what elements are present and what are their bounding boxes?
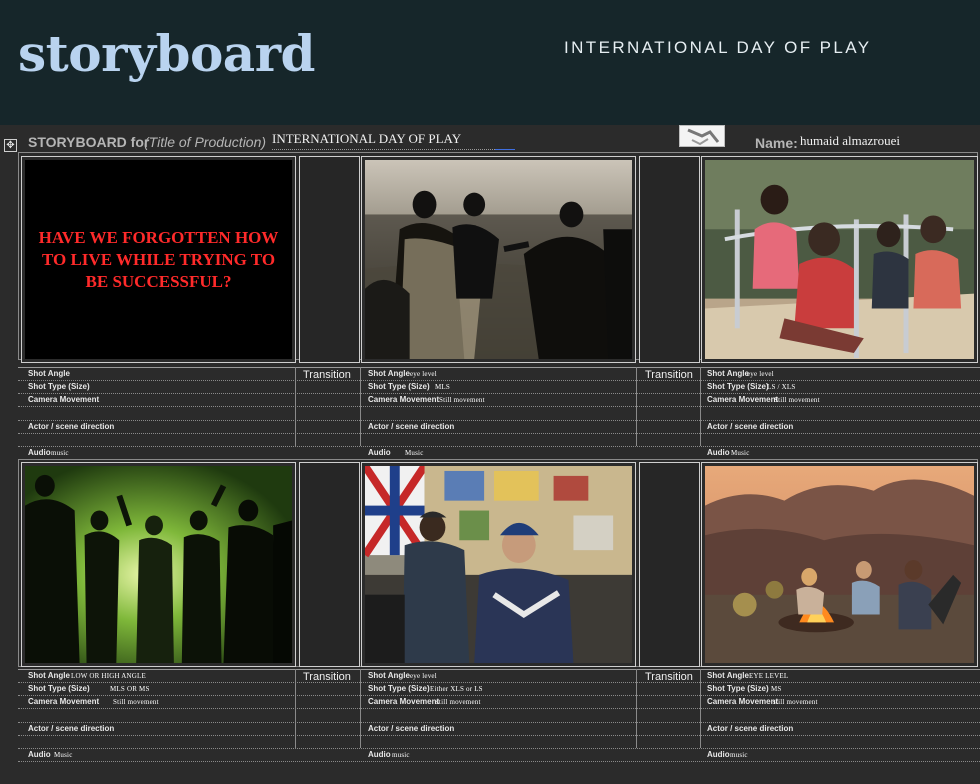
shot-type-value-3[interactable]: LS / XLS: [767, 383, 795, 391]
details-row-2: Shot Angle LOW OR HIGH ANGLE Shot Type (…: [18, 668, 980, 763]
actor-direction-label: Actor / scene direction: [707, 724, 794, 733]
shot-type-value-4[interactable]: MLS OR MS: [110, 685, 150, 693]
family-campfire-image: [705, 466, 974, 663]
actor-direction-label: Actor / scene direction: [368, 724, 455, 733]
storyboard-sheet: ✥ STORYBOARD for (Title of Production) I…: [0, 125, 980, 784]
camera-movement-label: Camera Movement: [28, 395, 100, 404]
event-title: INTERNATIONAL DAY OF PLAY: [564, 38, 872, 57]
camera-movement-value-5[interactable]: still movement: [436, 698, 481, 706]
audio-label: Audio: [368, 448, 391, 457]
camera-movement-label: Camera Movement: [707, 697, 779, 706]
camera-movement-value-4[interactable]: Still movement: [113, 698, 159, 706]
shot-angle-label: Shot Angle: [28, 369, 70, 378]
shot-type-label: Shot Type (Size): [28, 684, 90, 693]
shot-type-label: Shot Type (Size): [368, 684, 430, 693]
camera-movement-value-6[interactable]: still movement: [773, 698, 818, 706]
audio-label: Audio: [368, 750, 391, 759]
audio-value-6[interactable]: music: [730, 751, 748, 759]
shot-type-value-5[interactable]: Either XLS or LS: [430, 685, 483, 693]
audio-label: Audio: [28, 750, 51, 759]
title-placeholder-label: (Title of Production): [144, 134, 267, 150]
title-slide: HAVE WE FORGOTTEN HOW TO LIVE WHILE TRYI…: [25, 160, 292, 359]
shot-type-label: Shot Type (Size): [707, 684, 769, 693]
actor-direction-label: Actor / scene direction: [28, 422, 115, 431]
brand-logo: storyboard: [18, 24, 316, 83]
shot-angle-label: Shot Angle: [368, 671, 410, 680]
shot-angle-label: Shot Angle: [707, 671, 749, 680]
frame-2[interactable]: [361, 156, 636, 363]
audio-value-1[interactable]: music: [51, 449, 69, 457]
transition-box-3[interactable]: [299, 462, 360, 667]
film-strip-thumbnail: [679, 125, 725, 147]
title-caret-underline: [495, 149, 515, 150]
slide-text: HAVE WE FORGOTTEN HOW TO LIVE WHILE TRYI…: [38, 227, 279, 291]
details-row-1: Shot Angle Shot Type (Size) Camera Movem…: [18, 366, 980, 461]
camera-movement-value-2[interactable]: Still movement: [439, 396, 485, 404]
camera-movement-label: Camera Movement: [28, 697, 100, 706]
frame-5[interactable]: [361, 462, 636, 667]
frame-1[interactable]: HAVE WE FORGOTTEN HOW TO LIVE WHILE TRYI…: [21, 156, 296, 363]
actor-direction-label: Actor / scene direction: [368, 422, 455, 431]
shot-angle-value-3[interactable]: eye level: [747, 370, 774, 378]
transition-label-2: Transition: [645, 369, 693, 381]
camera-movement-value-3[interactable]: Still movement: [774, 396, 820, 404]
audio-label: Audio: [28, 448, 51, 457]
shot-type-value-6[interactable]: MS: [771, 685, 782, 693]
actor-direction-label: Actor / scene direction: [28, 724, 115, 733]
frame-3[interactable]: [701, 156, 978, 363]
shot-type-value-2[interactable]: MLS: [435, 383, 450, 391]
actor-direction-label: Actor / scene direction: [707, 422, 794, 431]
shot-angle-value-6[interactable]: EYE LEVEL: [749, 672, 788, 680]
transition-box-2[interactable]: [639, 156, 700, 363]
shot-angle-label: Shot Angle: [28, 671, 70, 680]
shot-angle-label: Shot Angle: [707, 369, 749, 378]
shot-type-label: Shot Type (Size): [28, 382, 90, 391]
name-field[interactable]: humaid almazrouei: [800, 133, 900, 149]
camera-movement-label: Camera Movement: [368, 395, 440, 404]
camera-movement-label: Camera Movement: [368, 697, 440, 706]
transition-label-1: Transition: [303, 369, 351, 381]
camera-movement-label: Camera Movement: [707, 395, 779, 404]
transition-label-4: Transition: [645, 671, 693, 683]
shot-type-label: Shot Type (Size): [707, 382, 769, 391]
audio-value-5[interactable]: music: [392, 751, 410, 759]
shot-angle-value-2[interactable]: eye level: [410, 370, 437, 378]
audio-value-4[interactable]: Music: [54, 751, 73, 759]
production-title-field[interactable]: INTERNATIONAL DAY OF PLAY: [272, 131, 515, 150]
audio-value-3[interactable]: Music: [731, 449, 750, 457]
transition-label-3: Transition: [303, 671, 351, 683]
transition-box-1[interactable]: [299, 156, 360, 363]
name-label: Name:: [755, 135, 798, 151]
audio-label: Audio: [707, 750, 730, 759]
audio-value-2[interactable]: Music: [405, 449, 424, 457]
shot-angle-value-4[interactable]: LOW OR HIGH ANGLE: [71, 672, 146, 680]
kids-merry-go-round-image: [705, 160, 974, 359]
rappers-recording-image: [365, 466, 632, 663]
storyboard-label: STORYBOARD for: [28, 134, 150, 150]
shot-angle-label: Shot Angle: [368, 369, 410, 378]
shot-type-label: Shot Type (Size): [368, 382, 430, 391]
frame-4[interactable]: [21, 462, 296, 667]
frame-6[interactable]: [701, 462, 978, 667]
move-handle-icon[interactable]: ✥: [4, 139, 17, 152]
header: storyboard INTERNATIONAL DAY OF PLAY: [0, 0, 980, 125]
audio-label: Audio: [707, 448, 730, 457]
shot-angle-value-5[interactable]: eye level: [410, 672, 437, 680]
beach-silhouettes-image: [365, 160, 632, 359]
dancing-party-image: [25, 466, 292, 663]
transition-box-4[interactable]: [639, 462, 700, 667]
